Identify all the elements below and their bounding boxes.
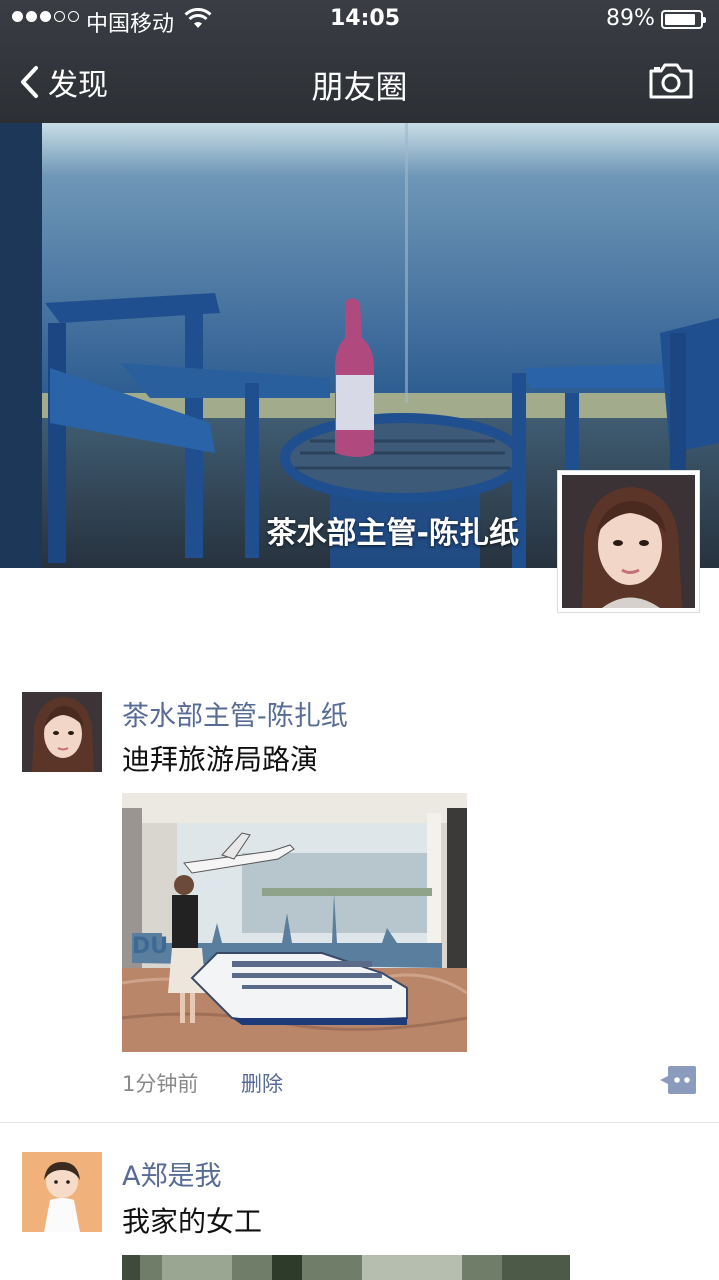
- post-text: 迪拜旅游局路演: [122, 743, 319, 776]
- profile-avatar[interactable]: [557, 470, 700, 613]
- top-bar: 中国移动 14:05 89% 发现 朋友圈: [0, 0, 719, 123]
- status-bar: 中国移动 14:05 89%: [0, 0, 719, 40]
- post-image[interactable]: [122, 1255, 570, 1280]
- post-author-name[interactable]: 茶水部主管-陈扎纸: [122, 694, 348, 733]
- page-title: 朋友圈: [311, 68, 408, 106]
- post-author-avatar[interactable]: [22, 1152, 102, 1232]
- post-photo: [122, 1255, 570, 1280]
- post-author-name[interactable]: A郑是我: [122, 1154, 221, 1193]
- wifi-icon: [184, 8, 212, 28]
- avatar-image: [562, 475, 695, 608]
- delete-post-button[interactable]: 删除: [241, 1068, 283, 1098]
- signal-strength-icon: [12, 11, 79, 22]
- cover-owner-name: 茶水部主管-陈扎纸: [266, 516, 519, 551]
- svg-text:DU: DU: [132, 934, 168, 959]
- avatar-image: [22, 1152, 102, 1232]
- post-author-avatar[interactable]: [22, 692, 102, 772]
- battery-icon: [661, 10, 706, 29]
- comment-menu-icon[interactable]: [660, 1066, 696, 1094]
- avatar-image: [22, 692, 102, 772]
- camera-icon[interactable]: [648, 62, 694, 100]
- post-text: 我家的女工: [122, 1205, 263, 1238]
- post-image[interactable]: DU: [122, 793, 467, 1052]
- post-photo: DU: [122, 793, 467, 1052]
- carrier-name: 中国移动: [86, 12, 175, 37]
- battery-percent: 89%: [606, 6, 655, 31]
- clock: 14:05: [330, 6, 401, 31]
- post-divider: [0, 1122, 719, 1123]
- post-time: 1分钟前: [122, 1072, 199, 1096]
